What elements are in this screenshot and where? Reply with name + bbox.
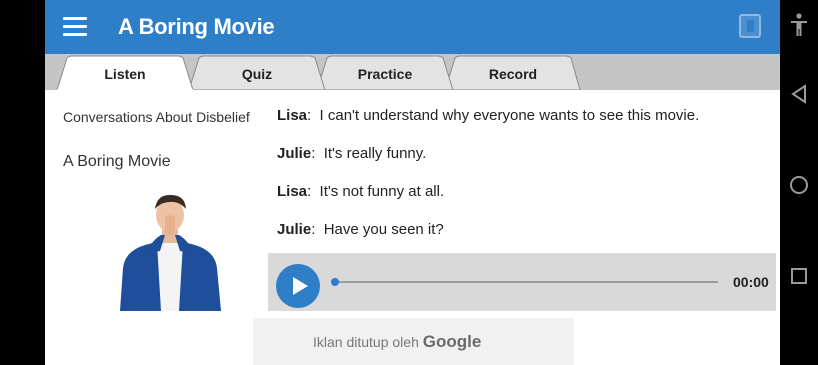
ad-closed-text: Iklan ditutup oleh Google xyxy=(313,332,481,352)
audio-time: 00:00 xyxy=(733,274,769,290)
dialogue-line: Lisa: I can't understand why everyone wa… xyxy=(277,107,700,124)
lesson-title: A Boring Movie xyxy=(63,153,171,170)
ad-message: Iklan ditutup oleh xyxy=(313,334,419,350)
book-icon[interactable] xyxy=(739,14,761,38)
back-icon[interactable] xyxy=(787,82,811,106)
speaker-name: Lisa xyxy=(277,183,308,200)
google-brand: Google xyxy=(422,332,482,351)
audio-player: 00:00 xyxy=(268,253,776,311)
tab-practice[interactable]: Practice xyxy=(343,66,427,82)
recents-icon[interactable] xyxy=(787,264,811,288)
lesson-sidebar: Conversations About Disbelief A Boring M… xyxy=(45,90,265,365)
tab-listen[interactable]: Listen xyxy=(85,66,165,82)
dialogue-text: It's not funny at all. xyxy=(319,183,445,200)
lesson-category: Conversations About Disbelief xyxy=(63,109,250,125)
audio-progress-track[interactable] xyxy=(331,278,718,286)
speaker-name: Julie xyxy=(277,145,312,162)
tab-bar: Listen Quiz Practice Record xyxy=(45,54,780,90)
page-title: A Boring Movie xyxy=(118,14,275,39)
app-header: A Boring Movie xyxy=(45,0,780,54)
speaker-name: Lisa xyxy=(277,107,308,124)
home-icon[interactable] xyxy=(787,173,811,197)
surprised-man-illustration xyxy=(120,194,221,311)
tab-quiz[interactable]: Quiz xyxy=(217,66,297,82)
dialogue-text: I can't understand why everyone wants to… xyxy=(319,107,700,124)
tab-record[interactable]: Record xyxy=(471,66,555,82)
speaker-name: Julie xyxy=(277,221,312,238)
play-icon[interactable] xyxy=(276,264,320,308)
dialogue-text: It's really funny. xyxy=(323,145,427,162)
ad-banner[interactable]: Iklan ditutup oleh Google xyxy=(253,318,574,365)
dialogue-line: Julie: It's really funny. xyxy=(277,145,427,162)
app-window: A Boring Movie Listen Quiz Practice Reco… xyxy=(45,0,780,365)
audio-progress-knob[interactable] xyxy=(331,278,339,286)
left-black-bar xyxy=(0,0,45,365)
dialogue-text: Have you seen it? xyxy=(323,221,444,238)
dialogue-line: Julie: Have you seen it? xyxy=(277,221,444,238)
system-nav-bar xyxy=(780,0,818,365)
accessibility-icon[interactable] xyxy=(787,12,811,38)
dialogue-line: Lisa: It's not funny at all. xyxy=(277,183,445,200)
hamburger-menu-icon[interactable] xyxy=(63,17,87,37)
